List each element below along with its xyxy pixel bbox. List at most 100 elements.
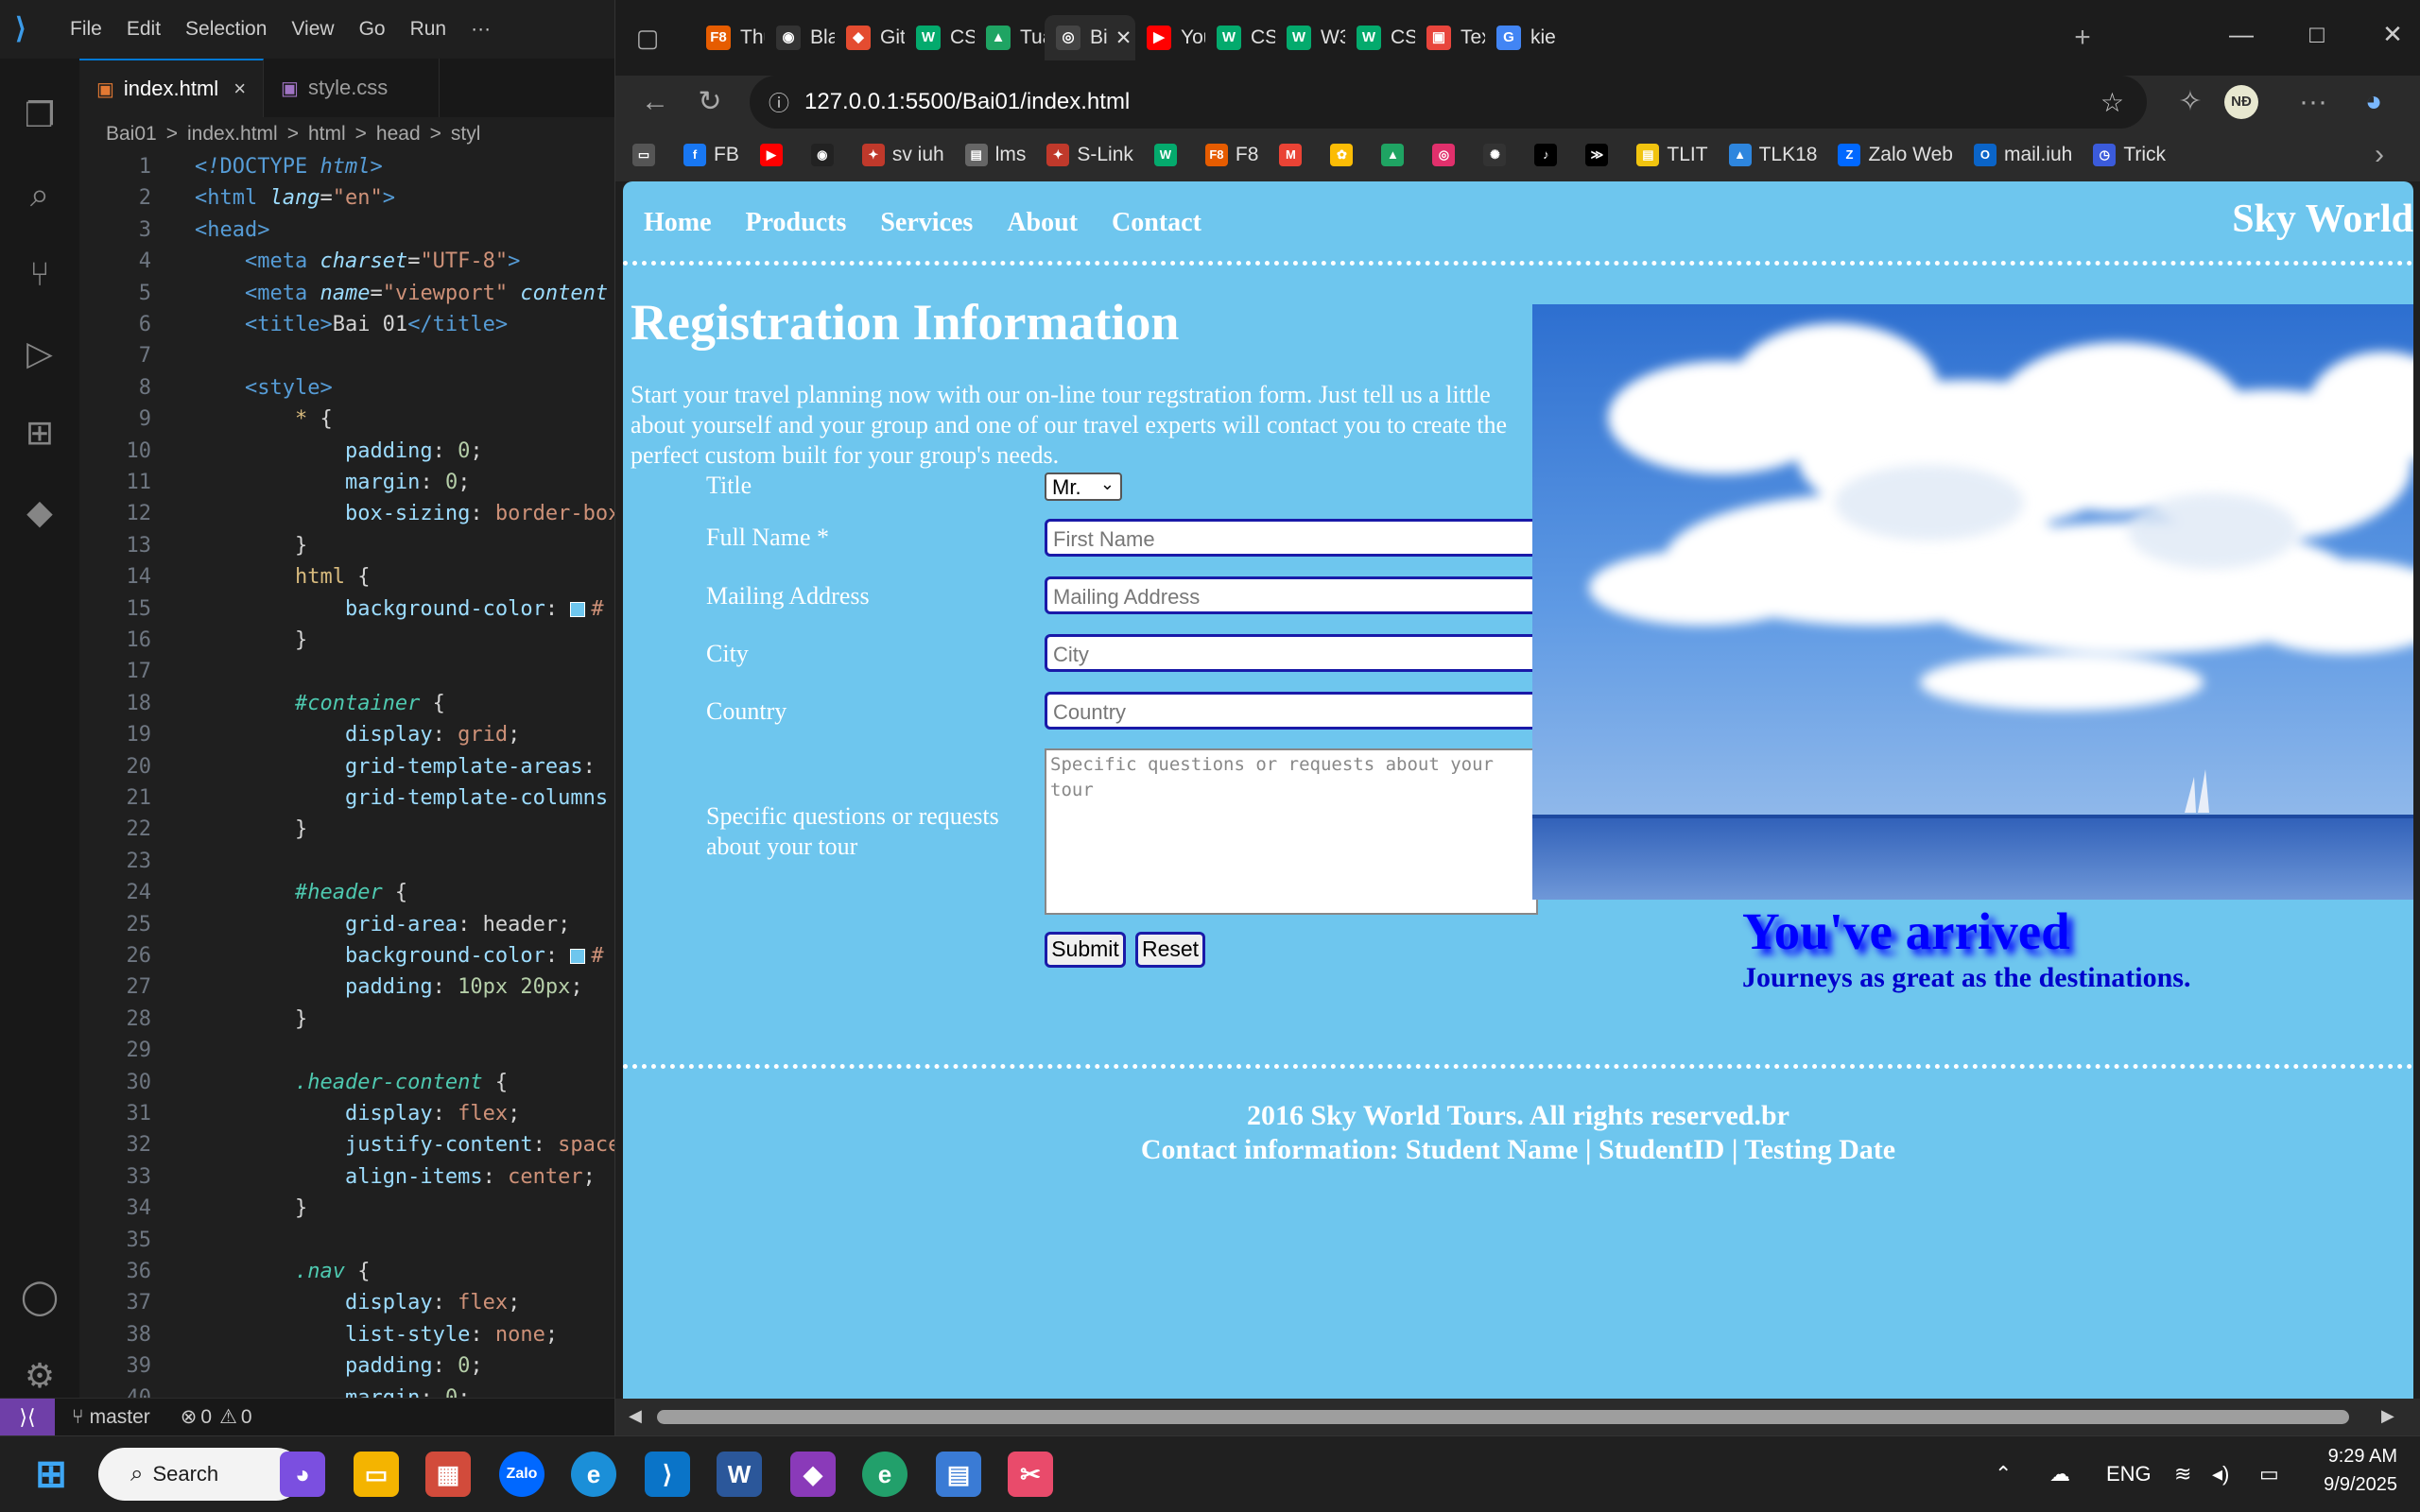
code-line[interactable]: 27 padding: 10px 20px;	[79, 971, 614, 1003]
file-explorer-icon[interactable]: ▭	[354, 1452, 399, 1497]
code-line[interactable]: 25 grid-area: header;	[79, 909, 614, 940]
extensions-icon[interactable]: ✧	[2169, 81, 2211, 123]
language-indicator[interactable]: ENG	[2106, 1436, 2152, 1512]
maximize-icon[interactable]: □	[2289, 15, 2345, 53]
search-icon[interactable]: ⌕	[19, 174, 60, 215]
bookmark-item[interactable]: ▤ TLIT	[1636, 144, 1708, 166]
nav-link-services[interactable]: Services	[880, 208, 973, 238]
nav-link-home[interactable]: Home	[644, 208, 712, 238]
browser-tab[interactable]: ▣ Text Sl	[1415, 15, 1485, 60]
source-control-icon[interactable]: ⑂	[19, 253, 60, 295]
bookmark-item[interactable]: M	[1279, 144, 1309, 166]
onedrive-icon[interactable]: ☁	[2049, 1436, 2070, 1512]
browser-tab[interactable]: W CSS Fo	[1205, 15, 1275, 60]
copilot-app-icon[interactable]: ◕	[280, 1452, 325, 1497]
code-line[interactable]: 8 <style>	[79, 372, 614, 404]
browser-tab[interactable]: Gkieu cl	[1485, 15, 1555, 60]
branch-name[interactable]: master	[90, 1406, 150, 1429]
edge-icon[interactable]: e	[571, 1452, 616, 1497]
clock-date[interactable]: 9/9/2025	[2297, 1474, 2397, 1496]
bookmark-item[interactable]: ≫	[1585, 144, 1616, 166]
bookmark-item[interactable]: ✿	[1330, 144, 1360, 166]
browser-tab[interactable]: ◎ Bi ✕	[1045, 15, 1135, 60]
code-line[interactable]: 10 padding: 0;	[79, 436, 614, 467]
bookmark-item[interactable]: ▶	[759, 144, 790, 166]
snipping-tool-icon[interactable]: ✂	[1008, 1452, 1053, 1497]
code-line[interactable]: 16 }	[79, 625, 614, 656]
code-line[interactable]: 7	[79, 340, 614, 371]
browser-tab[interactable]: ▶ YouTu	[1135, 15, 1205, 60]
close-tab-icon[interactable]: ✕	[1115, 26, 1132, 50]
code-line[interactable]: 6 <title>Bai 01</title>	[79, 309, 614, 340]
tab-style-css[interactable]: ▣ style.css	[264, 59, 441, 117]
code-line[interactable]: 34 }	[79, 1193, 614, 1224]
bookmark-item[interactable]: ▭	[632, 144, 663, 166]
error-count[interactable]: 0	[200, 1406, 212, 1429]
store-icon[interactable]: ▦	[425, 1452, 471, 1497]
menu-item[interactable]: ···	[471, 18, 491, 41]
submit-button[interactable]: Submit	[1045, 932, 1126, 968]
bookmark-item[interactable]: ✦ sv iuh	[861, 144, 944, 166]
browser-tab[interactable]: ◆ Git - G	[835, 15, 905, 60]
code-line[interactable]: 39 padding: 0;	[79, 1350, 614, 1382]
zalo-icon[interactable]: Zalo	[499, 1452, 544, 1497]
bookmark-item[interactable]: ◉	[810, 144, 841, 166]
menu-item[interactable]: Run	[410, 18, 447, 41]
copilot-icon[interactable]: ◕	[2353, 81, 2394, 123]
chevron-up-icon[interactable]: ⌃	[1995, 1436, 2012, 1512]
favorite-star-icon[interactable]: ☆	[2100, 87, 2124, 118]
breadcrumb-item[interactable]: Bai01	[106, 123, 157, 146]
menu-item[interactable]: View	[291, 18, 334, 41]
code-line[interactable]: 13 }	[79, 530, 614, 561]
title-select[interactable]: Mr. ⌄	[1045, 472, 1122, 501]
code-line[interactable]: 32 justify-content: space	[79, 1129, 615, 1160]
code-line[interactable]: 11 margin: 0;	[79, 467, 614, 498]
code-line[interactable]: 15 background-color: #	[79, 593, 614, 625]
code-line[interactable]: 28 }	[79, 1004, 614, 1035]
mailing-address-input[interactable]: Mailing Address	[1045, 576, 1538, 614]
breadcrumb-item[interactable]: index.html	[187, 123, 278, 146]
close-window-icon[interactable]: ✕	[2364, 15, 2420, 53]
code-line[interactable]: 22 }	[79, 814, 614, 845]
clock-time[interactable]: 9:29 AM	[2316, 1446, 2397, 1468]
city-input[interactable]: City	[1045, 634, 1538, 672]
code-line[interactable]: 29	[79, 1035, 614, 1066]
code-editor[interactable]: 1 <!DOCTYPE html> 2 <html lang="en"> 3 <head>…	[79, 151, 614, 1399]
code-line[interactable]: 3 <head>	[79, 215, 614, 246]
extensions-icon[interactable]: ⊞	[19, 412, 60, 454]
code-line[interactable]: 38 list-style: none;	[79, 1319, 614, 1350]
code-line[interactable]: 21 grid-template-columns	[79, 782, 614, 814]
code-line[interactable]: 1 <!DOCTYPE html>	[79, 151, 614, 182]
word-icon[interactable]: W	[717, 1452, 762, 1497]
code-line[interactable]: 9 * {	[79, 404, 614, 435]
python-icon[interactable]: ◆	[19, 491, 60, 533]
browser-tab[interactable]: W W3Sch	[1275, 15, 1345, 60]
windows-start-icon[interactable]: ⊞	[28, 1452, 74, 1497]
browser-tab[interactable]: W CSS G	[905, 15, 975, 60]
menu-item[interactable]: Go	[359, 18, 386, 41]
back-icon[interactable]: ←	[634, 81, 676, 123]
remote-icon[interactable]: ⟩⟨	[0, 1398, 55, 1436]
browser-tab[interactable]: F8 Thuộc	[695, 15, 765, 60]
settings-gear-icon[interactable]: ⚙	[19, 1355, 60, 1397]
battery-icon[interactable]: ▭	[2259, 1436, 2279, 1512]
sidebar-toggle-icon[interactable]: ▢	[627, 17, 668, 59]
minimize-icon[interactable]: —	[2213, 15, 2270, 53]
browser-tab[interactable]: W CSS m	[1345, 15, 1415, 60]
code-line[interactable]: 26 background-color: #	[79, 940, 614, 971]
reload-icon[interactable]: ↻	[689, 81, 731, 123]
new-tab-icon[interactable]: +	[2062, 17, 2103, 59]
close-icon[interactable]: ×	[233, 77, 246, 101]
code-line[interactable]: 5 <meta name="viewport" content	[79, 278, 614, 309]
code-line[interactable]: 2 <html lang="en">	[79, 182, 614, 214]
nav-link-about[interactable]: About	[1007, 208, 1078, 238]
bookmark-item[interactable]: F8 F8	[1204, 144, 1258, 166]
warning-count[interactable]: 0	[241, 1406, 252, 1429]
bookmark-item[interactable]: ◎	[1432, 144, 1462, 166]
code-line[interactable]: 14 html {	[79, 561, 614, 593]
edge-dev-icon[interactable]: e	[862, 1452, 908, 1497]
code-line[interactable]: 37 display: flex;	[79, 1287, 614, 1318]
bookmark-item[interactable]: ▤ lms	[964, 144, 1026, 166]
breadcrumb-item[interactable]: html	[308, 123, 346, 146]
code-line[interactable]: 24 #header {	[79, 877, 614, 908]
